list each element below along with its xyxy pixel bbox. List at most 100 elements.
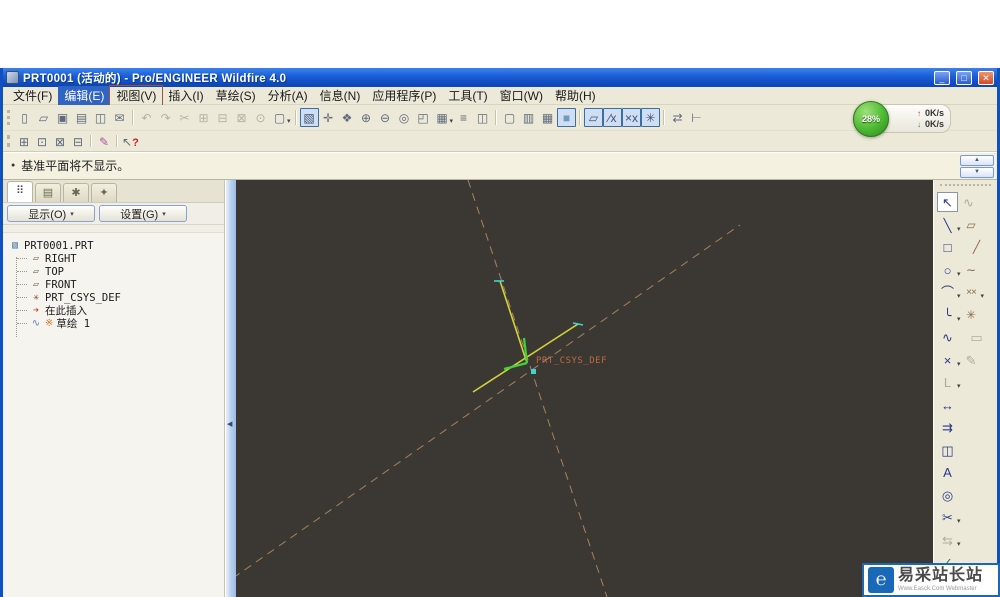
reorient-icon[interactable]: ◰ [414,108,433,127]
hidden-line-icon[interactable]: ▥ [519,108,538,127]
toolbar-grip[interactable] [7,110,12,125]
parallelogram-tool[interactable]: ▱ [961,215,982,235]
dimension-tool[interactable]: ↔ [937,395,958,415]
maximize-button[interactable]: □ [956,70,972,85]
send-mail-icon[interactable]: ✉ [110,108,129,127]
datum-axis-toggle[interactable]: ∕x [603,108,623,127]
net-speed-ball[interactable]: 28% [853,101,889,137]
sketch-line-1[interactable] [499,280,528,364]
circle-tool[interactable]: ○ [937,260,958,280]
menu-analysis[interactable]: 分析(A) [262,86,314,105]
fillet-tool[interactable]: ╰ [937,305,958,325]
point-tool[interactable]: × [937,350,958,370]
dimension-display-toggle[interactable]: ⊞ [15,133,33,150]
view-manager-icon[interactable]: ◫ [473,108,492,127]
curve-tool[interactable]: ∼ [961,260,982,280]
menu-help[interactable]: 帮助(H) [549,86,602,105]
no-hidden-icon[interactable]: ▦ [538,108,557,127]
tree-item-sketch-1[interactable]: ∿ ※ 草绘 1 [9,317,222,330]
toolbar-grip[interactable] [7,134,12,148]
refit-icon[interactable]: ◎ [395,108,414,127]
datum-plane-toggle[interactable]: ▱ [584,108,604,127]
perimeter-dim-tool[interactable]: ▭ [966,327,987,347]
menu-window[interactable]: 窗口(W) [494,86,549,105]
constraint-display-toggle[interactable]: ⊡ [33,133,51,150]
find-icon[interactable]: ⊙ [251,108,270,127]
menu-info[interactable]: 信息(N) [314,86,367,105]
measure-icon[interactable]: ⊢ [687,108,706,127]
reference-tool[interactable]: L [937,372,958,392]
menu-edit[interactable]: 编辑(E) [58,86,111,105]
offset-edge-tool[interactable]: ◎ [937,485,958,505]
select-tool[interactable]: ↖ [937,192,958,213]
folder-browser-tab[interactable]: ▤ [35,183,61,202]
tree-item-top-plane[interactable]: ▱ TOP [9,265,222,278]
net-speed-widget[interactable]: ↑ 0K/s ↓ 0K/s 28% [853,101,953,137]
graphics-viewport[interactable]: PRT_CSYS_DEF [236,180,933,597]
dropdown-arrow[interactable]: ▾ [957,517,961,525]
tree-item-front-plane[interactable]: ▱ FRONT [9,278,222,291]
menu-applications[interactable]: 应用程序(P) [366,86,442,105]
trim-tool[interactable]: ✂ [937,507,958,527]
arc-tool[interactable]: ⌒ [937,282,958,302]
layers-icon[interactable]: ≡ [454,108,473,127]
menu-file[interactable]: 文件(F) [7,86,58,105]
datum-csys-toggle[interactable]: ✳ [641,108,661,127]
annotations-icon[interactable]: ⇄ [668,108,687,127]
cut-icon[interactable]: ✂ [175,108,194,127]
edit-tool[interactable]: ✎ [961,350,982,370]
csys-star-tool[interactable]: ✳ [961,305,982,325]
sketch-setup-icon[interactable]: ✎ [95,133,113,150]
orient-mode-icon[interactable]: ❖ [338,108,357,127]
history-tab[interactable]: ✦ [91,183,117,202]
paste-icon[interactable]: ⊟ [213,108,232,127]
spline-preview-tool[interactable]: ∿ [958,192,979,212]
wireframe-icon[interactable]: ▢ [500,108,519,127]
tree-item-csys[interactable]: ✳ PRT_CSYS_DEF [9,291,222,304]
datum-edge-line-diagonal[interactable] [236,224,741,578]
settings-dropdown-button[interactable]: 设置(G) ▾ [99,205,187,222]
toolbar-grip[interactable] [940,184,991,188]
rectangle-tool[interactable]: □ [937,237,958,257]
intersection-point[interactable] [531,369,536,374]
vertex-display-toggle[interactable]: ⊟ [69,133,87,150]
mirror-tool[interactable]: ⇆ [937,530,958,550]
menu-tools[interactable]: 工具(T) [442,86,493,105]
redo-icon[interactable]: ↷ [156,108,175,127]
copy-icon[interactable]: ⊞ [194,108,213,127]
constraints-tool[interactable]: ◫ [937,440,958,460]
print-icon[interactable]: ▤ [72,108,91,127]
paste-special-icon[interactable]: ⊠ [232,108,251,127]
modify-dims-tool[interactable]: ⇉ [937,417,958,437]
close-button[interactable]: ✕ [978,70,994,85]
model-tree-tab[interactable]: ⠿ [7,181,33,202]
repaint-icon[interactable]: ▧ [299,108,319,127]
navigator-sash[interactable]: ◀ [225,180,236,597]
tree-item-right-plane[interactable]: ▱ RIGHT [9,252,222,265]
menu-view[interactable]: 视图(V) [109,85,164,106]
favorites-tab[interactable]: ✱ [63,183,89,202]
context-help-icon[interactable]: ↖? [121,133,139,150]
tree-item-part[interactable]: ▧ PRT0001.PRT [9,239,222,252]
dropdown-arrow[interactable]: ▾ [450,117,454,125]
message-scroll-down-button[interactable]: ▼ [960,167,994,178]
tree-item-insert-here[interactable]: ➔ 在此插入 [9,304,222,317]
dropdown-arrow[interactable]: ▾ [981,292,985,300]
grid-display-toggle[interactable]: ⊠ [51,133,69,150]
open-file-icon[interactable]: ▱ [34,108,53,127]
zoom-out-icon[interactable]: ⊖ [376,108,395,127]
show-dropdown-button[interactable]: 显示(O) ▾ [7,205,95,222]
line-tool[interactable]: ╲ [937,215,958,235]
zoom-in-icon[interactable]: ⊕ [357,108,376,127]
spin-center-icon[interactable]: ✛ [319,108,338,127]
message-scroll-up-button[interactable]: ▲ [960,155,994,166]
save-icon[interactable]: ▣ [53,108,72,127]
points-tool[interactable]: ×× [961,282,982,302]
new-file-icon[interactable]: ▯ [15,108,34,127]
dropdown-arrow[interactable]: ▾ [957,382,961,390]
minimize-button[interactable]: _ [934,70,950,85]
datum-point-toggle[interactable]: ×x [622,108,642,127]
undo-icon[interactable]: ↶ [137,108,156,127]
title-bar[interactable]: PRT0001 (活动的) - Pro/ENGINEER Wildfire 4.… [3,68,997,87]
print-preview-icon[interactable]: ◫ [91,108,110,127]
